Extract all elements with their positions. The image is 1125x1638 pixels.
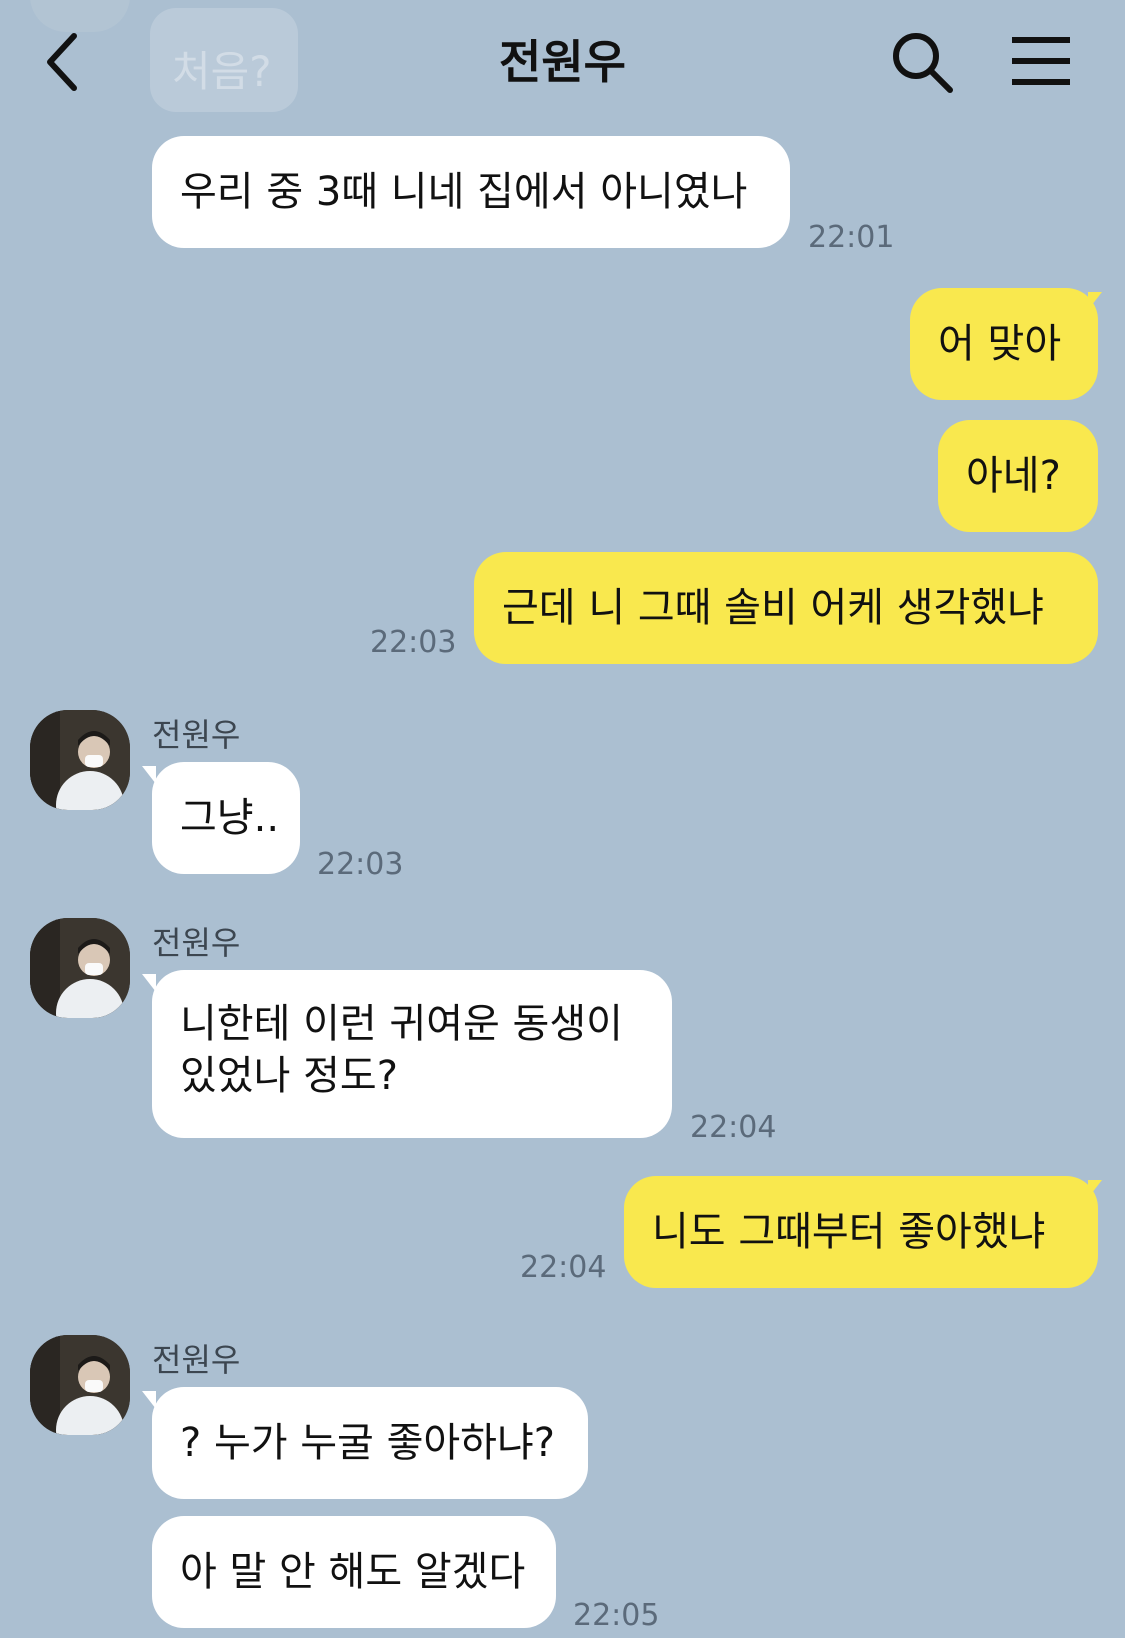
avatar[interactable]	[30, 710, 130, 810]
avatar[interactable]	[30, 1335, 130, 1435]
received-message-bubble[interactable]: 아 말 안 해도 알겠다	[152, 1516, 556, 1628]
hamburger-menu-icon[interactable]	[1010, 36, 1072, 86]
message-time: 22:03	[370, 625, 457, 660]
chat-title: 전원우	[499, 35, 626, 89]
sent-message-bubble[interactable]: 어 맞아	[910, 288, 1098, 400]
avatar[interactable]	[30, 918, 130, 1018]
message-text: 아네?	[966, 453, 1061, 499]
sent-message-bubble[interactable]: 근데 니 그때 솔비 어케 생각했냐	[474, 552, 1098, 664]
message-text-line: 니한테 이런 귀여운 동생이	[180, 1001, 623, 1047]
search-icon[interactable]	[890, 30, 956, 96]
received-message-bubble[interactable]: 그냥..	[152, 762, 300, 874]
sent-message-bubble[interactable]: 니도 그때부터 좋아했냐	[624, 1176, 1098, 1288]
message-time: 22:01	[808, 220, 895, 255]
sent-message-bubble[interactable]: 아네?	[938, 420, 1098, 532]
sender-name: 전원우	[152, 924, 241, 962]
received-message-bubble[interactable]: 니한테 이런 귀여운 동생이 있었나 정도?	[152, 970, 672, 1138]
message-text: 아 말 안 해도 알겠다	[180, 1549, 526, 1595]
message-text: 어 맞아	[938, 321, 1062, 367]
message-text: ? 누가 누굴 좋아하냐?	[180, 1420, 556, 1466]
message-text-line: 있었나 정도?	[180, 1053, 398, 1099]
message-text: 그냥..	[180, 795, 280, 841]
message-time: 22:05	[573, 1598, 660, 1633]
received-message-bubble[interactable]: ? 누가 누굴 좋아하냐?	[152, 1387, 588, 1499]
message-time: 22:04	[520, 1250, 607, 1285]
message-text: 니도 그때부터 좋아했냐	[652, 1209, 1046, 1255]
sender-name: 전원우	[152, 1341, 241, 1379]
message-time: 22:04	[690, 1110, 777, 1145]
message-text: 근데 니 그때 솔비 어케 생각했냐	[502, 585, 1044, 631]
sender-name: 전원우	[152, 716, 241, 754]
message-time: 22:03	[317, 847, 404, 882]
received-message-bubble[interactable]: 우리 중 3때 니네 집에서 아니였나	[152, 136, 790, 248]
message-text: 우리 중 3때 니네 집에서 아니였나	[180, 169, 748, 215]
faded-avatar	[30, 0, 130, 32]
